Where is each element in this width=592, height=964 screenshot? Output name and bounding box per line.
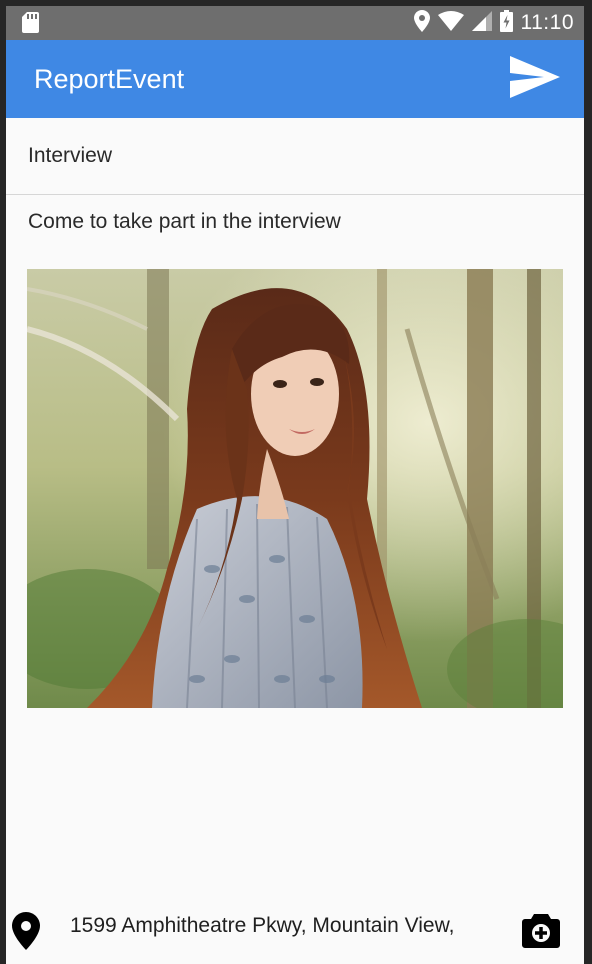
send-icon [510, 55, 560, 103]
location-pin-icon [12, 912, 40, 950]
event-title-field[interactable]: Interview [6, 118, 584, 195]
camera-button[interactable] [522, 912, 560, 948]
event-description[interactable]: Come to take part in the interview [28, 210, 341, 234]
location-pin-icon [413, 9, 430, 37]
send-button[interactable] [508, 55, 562, 103]
status-bar: 11:10 [6, 6, 584, 40]
camera-icon [522, 914, 560, 952]
cell-signal-icon [471, 10, 492, 36]
event-address: 1599 Amphitheatre Pkwy, Mountain View, [70, 914, 455, 937]
app-bar: ReportEvent [6, 40, 584, 118]
sd-card-icon [22, 12, 39, 38]
wifi-icon [437, 10, 464, 36]
device-frame: 11:10 ReportEvent Interview Come to take… [0, 0, 592, 964]
event-photo[interactable] [27, 269, 563, 708]
event-title: Interview [28, 144, 113, 167]
status-icons: 11:10 [413, 6, 575, 40]
status-time: 11:10 [520, 11, 574, 34]
app-title: ReportEvent [34, 64, 185, 94]
battery-icon [499, 9, 513, 37]
app-screen: 11:10 ReportEvent Interview Come to take… [6, 6, 584, 964]
